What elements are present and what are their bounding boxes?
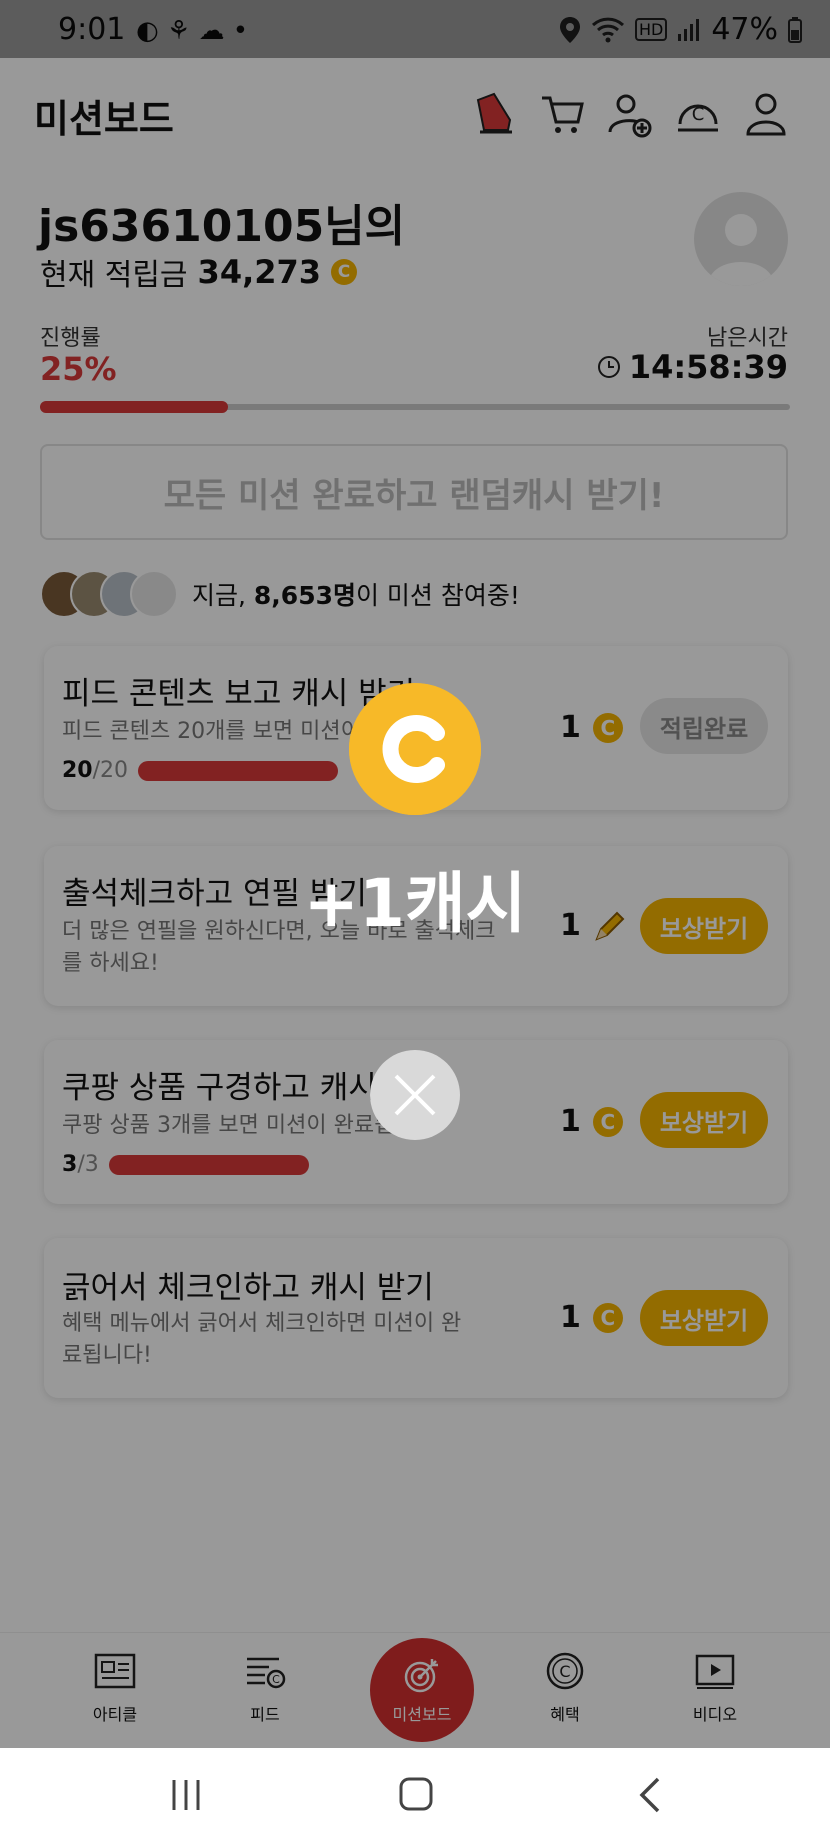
status-dim	[0, 0, 830, 58]
recent-apps-icon[interactable]	[168, 1778, 204, 1812]
back-icon[interactable]	[636, 1776, 662, 1814]
close-icon	[394, 1074, 436, 1116]
reward-message: +1캐시	[303, 865, 527, 942]
close-button[interactable]	[370, 1050, 460, 1140]
system-nav-bar	[0, 1748, 830, 1844]
reward-coin-icon	[349, 683, 481, 815]
home-icon[interactable]	[398, 1776, 434, 1812]
